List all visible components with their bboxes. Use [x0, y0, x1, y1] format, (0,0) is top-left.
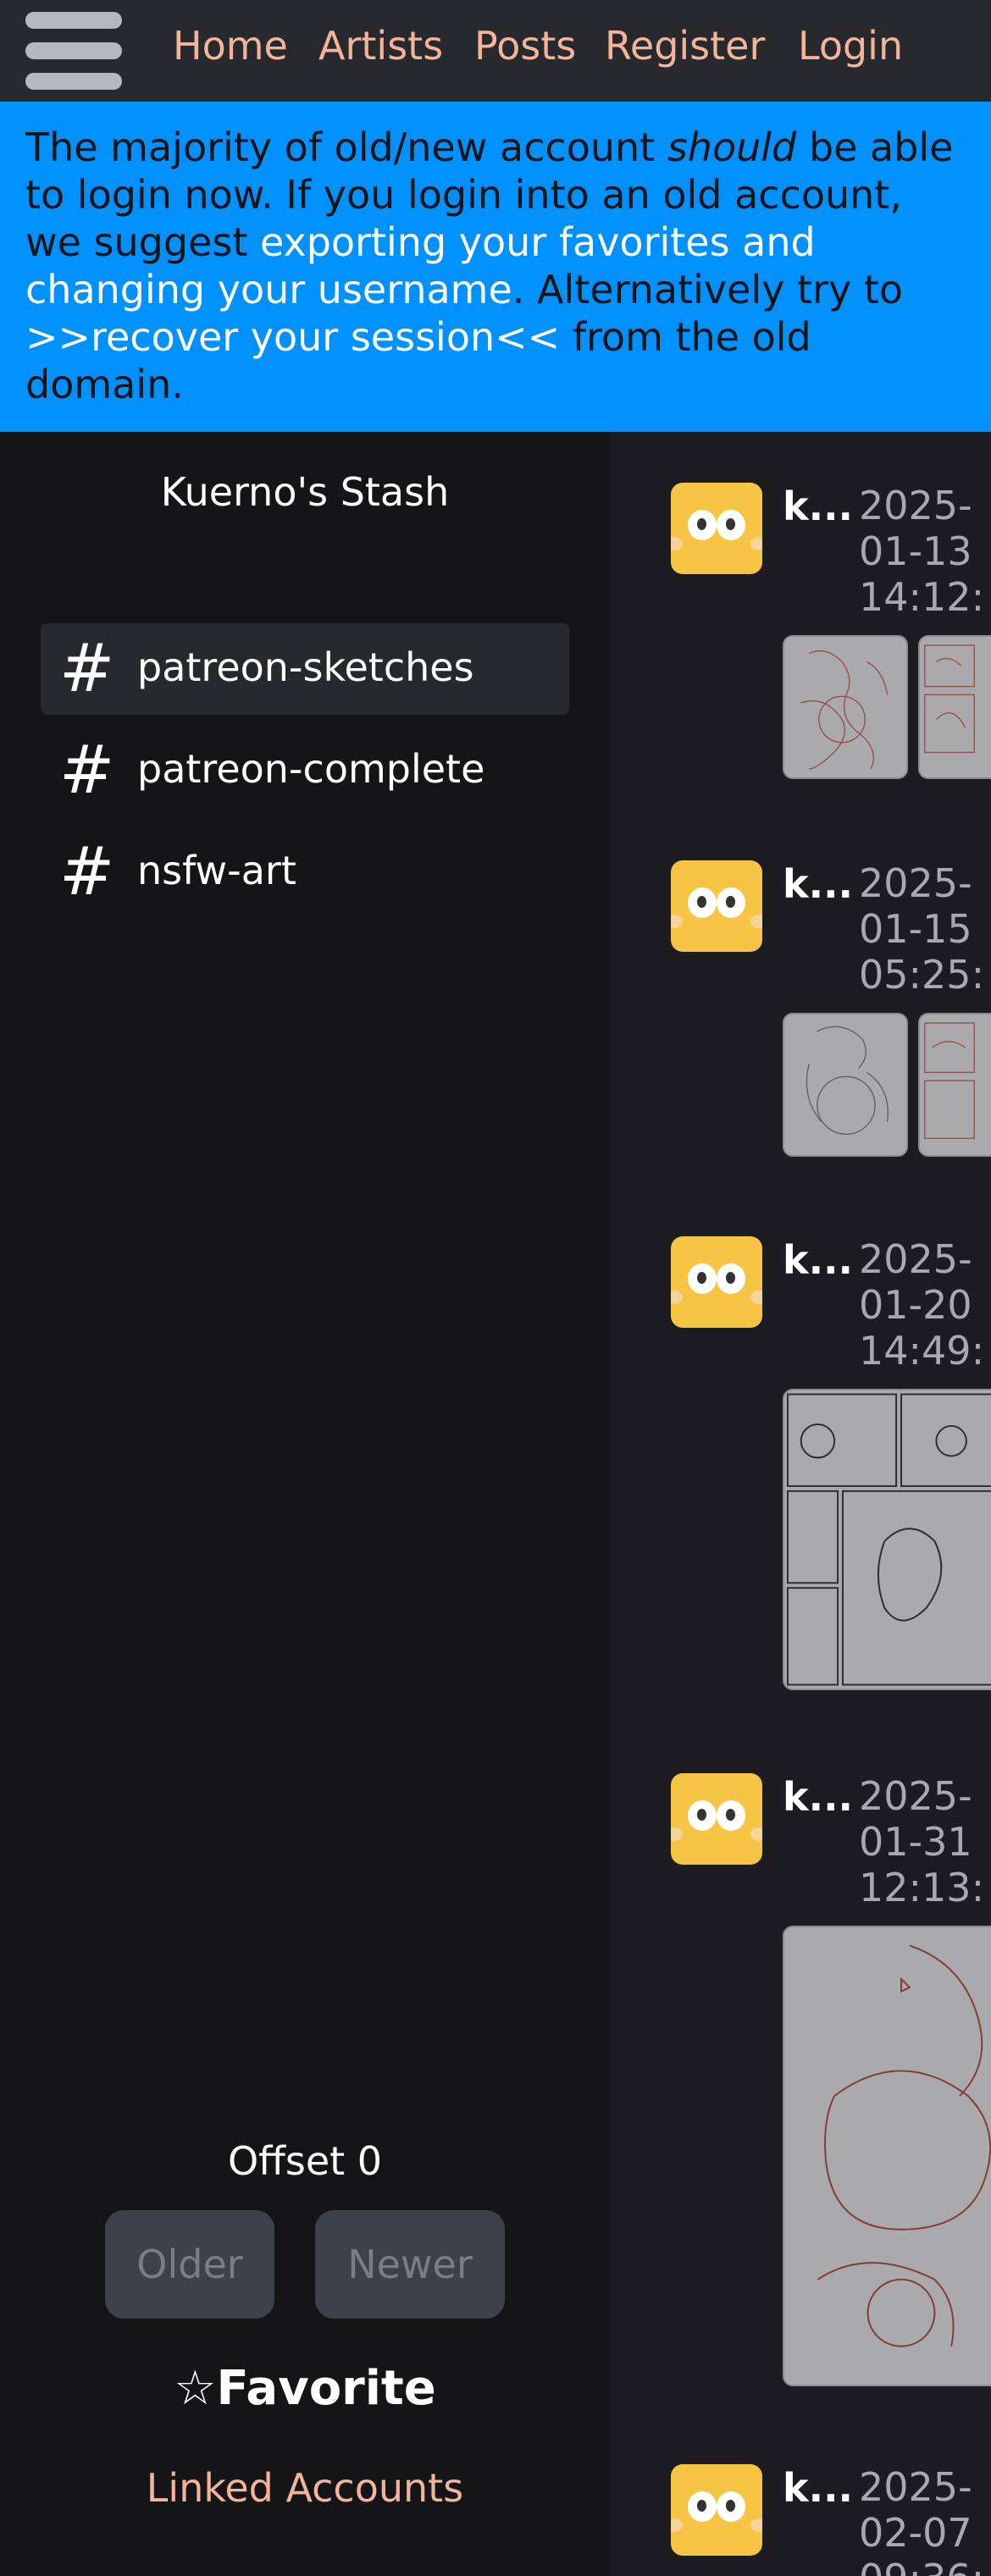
- post-author[interactable]: k...: [783, 483, 853, 530]
- post-date: 2025- 01-20 14:49:: [859, 1236, 985, 1374]
- post-author[interactable]: k...: [783, 2464, 853, 2512]
- server-title: Kuerno's Stash: [160, 469, 450, 515]
- posts-feed: k... 2025- 01-13 14:12: k... 2025- 01-15 05:…: [610, 432, 991, 2576]
- post-thumbnail[interactable]: [918, 635, 991, 779]
- star-icon: ☆: [174, 2361, 217, 2416]
- avatar[interactable]: [671, 1236, 762, 1328]
- post-date: 2025-02-0709:36:: [859, 2464, 984, 2576]
- post-thumbnail[interactable]: [783, 1389, 991, 1690]
- nav-posts-link[interactable]: Posts: [474, 22, 576, 69]
- recover-session-link[interactable]: >>recover your session<<: [25, 314, 560, 360]
- post-thumbnail[interactable]: [918, 1013, 991, 1157]
- avatar[interactable]: [671, 483, 762, 574]
- hash-icon: #: [59, 834, 115, 910]
- server-sidebar: Kuerno's Stash # patreon-sketches # patr…: [0, 432, 610, 2576]
- nav-register-link[interactable]: Register: [605, 22, 765, 69]
- nav-login-link[interactable]: Login: [798, 22, 903, 69]
- newer-button[interactable]: Newer: [315, 2210, 505, 2319]
- channel-label: patreon-sketches: [137, 644, 474, 690]
- nav-home-link[interactable]: Home: [173, 22, 288, 69]
- post-thumbnail[interactable]: [783, 1926, 991, 2386]
- channel-label: nsfw-art: [137, 848, 296, 893]
- older-button[interactable]: Older: [105, 2210, 274, 2319]
- post-date: 2025- 01-13 14:12:: [859, 483, 985, 620]
- post-thumbnail[interactable]: [783, 1013, 908, 1157]
- avatar[interactable]: [671, 1773, 762, 1865]
- offset-indicator: Offset 0: [227, 2138, 383, 2184]
- banner-emphasis: should: [667, 124, 797, 170]
- hash-icon: #: [59, 631, 115, 707]
- post-date: 2025- 01-15 05:25:: [859, 860, 985, 998]
- post-thumbnail[interactable]: [783, 635, 908, 779]
- hamburger-menu-icon[interactable]: [25, 12, 122, 90]
- post-author[interactable]: k...: [783, 1236, 853, 1284]
- avatar[interactable]: [671, 860, 762, 952]
- banner-text: . Alternatively try to: [512, 267, 903, 312]
- favorite-label: Favorite: [216, 2361, 436, 2416]
- hash-icon: #: [59, 732, 115, 809]
- nav-artists-link[interactable]: Artists: [318, 22, 443, 69]
- channel-nsfw-art[interactable]: # nsfw-art: [41, 826, 569, 918]
- channel-patreon-sketches[interactable]: # patreon-sketches: [41, 623, 569, 715]
- announcement-banner: The majority of old/new account should b…: [0, 102, 991, 432]
- post-author[interactable]: k...: [783, 1773, 853, 1821]
- linked-accounts-link[interactable]: Linked Accounts: [0, 2464, 610, 2512]
- avatar[interactable]: [671, 2464, 762, 2556]
- channel-patreon-complete[interactable]: # patreon-complete: [41, 725, 569, 816]
- favorite-button[interactable]: ☆Favorite: [0, 2359, 610, 2418]
- post-date: 2025- 01-31 12:13:: [859, 1773, 985, 1910]
- top-navbar: Home Artists Posts Register Login: [0, 0, 991, 102]
- channel-label: patreon-complete: [137, 746, 485, 792]
- banner-text: The majority of old/new account: [25, 124, 667, 170]
- post-author[interactable]: k...: [783, 860, 853, 908]
